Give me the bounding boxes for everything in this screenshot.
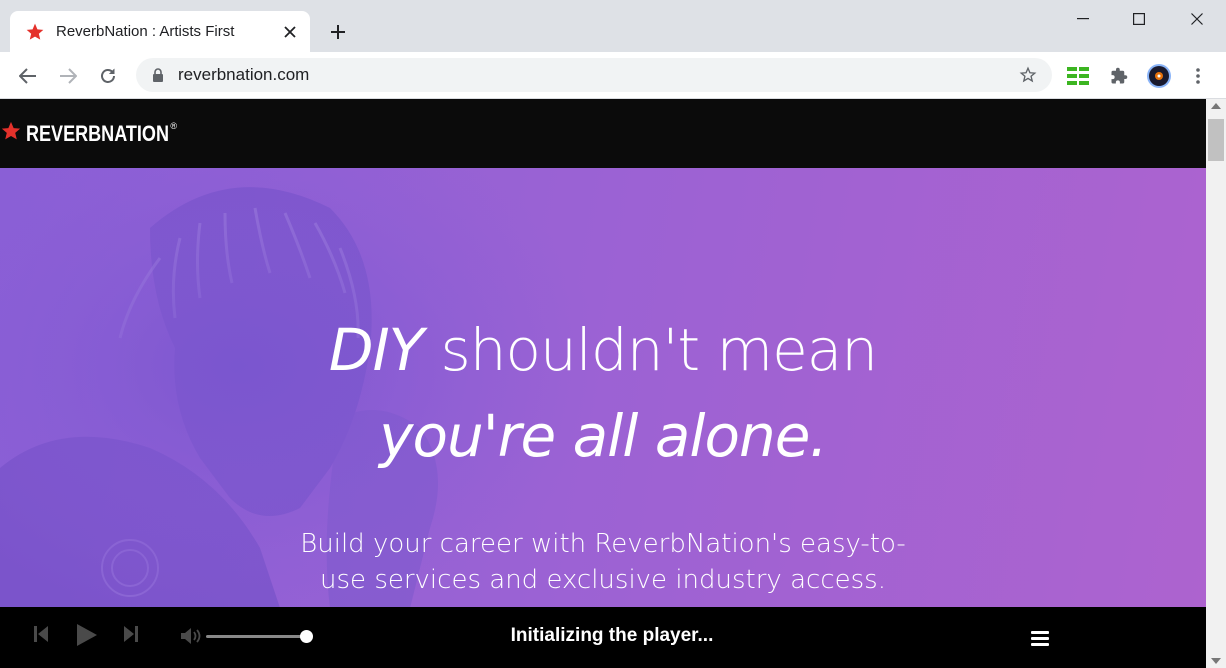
- logo-text: REVERBNATION: [26, 120, 170, 146]
- hero-headline-line2: you're all alone.: [379, 402, 828, 470]
- hero-subtitle-line1: Build your career with ReverbNation's ea…: [300, 529, 906, 559]
- grid-extension-icon[interactable]: [1064, 62, 1092, 90]
- minimize-icon[interactable]: [1071, 8, 1095, 30]
- url-text: reverbnation.com: [178, 65, 310, 84]
- bookmark-star-icon[interactable]: [1014, 61, 1042, 89]
- site-header: REVERBNATION ®: [0, 99, 1206, 168]
- music-player-bar: Initializing the player...: [0, 607, 1206, 668]
- puzzle-extensions-icon[interactable]: [1105, 62, 1133, 90]
- new-tab-button[interactable]: [326, 20, 350, 44]
- reverbnation-star-icon: [24, 21, 46, 43]
- hero-headline-rest: shouldn't mean: [423, 316, 879, 384]
- page-scrollbar[interactable]: [1206, 99, 1226, 668]
- scroll-down-arrow-icon[interactable]: [1211, 658, 1221, 664]
- logo-registered-mark: ®: [170, 120, 178, 131]
- scrollbar-thumb[interactable]: [1208, 119, 1224, 161]
- hero-banner: DIY shouldn't mean you're all alone. Bui…: [0, 168, 1206, 608]
- hamburger-menu-icon[interactable]: [1031, 631, 1049, 647]
- browser-toolbar: reverbnation.com: [0, 52, 1226, 99]
- page-viewport: REVERBNATION ® DIY shouldn't mean you're…: [0, 99, 1206, 668]
- hero-headline-line1: DIY shouldn't mean: [0, 316, 1206, 384]
- close-tab-icon[interactable]: [278, 20, 302, 44]
- forward-arrow-icon[interactable]: [54, 62, 82, 90]
- browser-tab[interactable]: ReverbNation : Artists First: [10, 11, 310, 52]
- tab-strip: ReverbNation : Artists First: [0, 0, 1226, 52]
- hero-subtitle-line2: use services and exclusive industry acce…: [320, 565, 886, 595]
- browser-menu-icon[interactable]: [1184, 62, 1212, 90]
- reverbnation-logo[interactable]: REVERBNATION ®: [0, 120, 177, 147]
- scroll-up-arrow-icon[interactable]: [1211, 103, 1221, 109]
- tab-title: ReverbNation : Artists First: [56, 23, 235, 40]
- close-window-icon[interactable]: [1185, 8, 1209, 30]
- hero-headline-em: DIY: [328, 316, 424, 384]
- player-status-text: Initializing the player...: [510, 625, 714, 646]
- lock-icon[interactable]: [150, 67, 166, 83]
- maximize-icon[interactable]: [1127, 8, 1151, 30]
- reload-icon[interactable]: [94, 62, 122, 90]
- back-arrow-icon[interactable]: [14, 62, 42, 90]
- profile-avatar-icon[interactable]: [1145, 62, 1173, 90]
- player-status: Initializing the player...: [0, 625, 1206, 647]
- address-bar[interactable]: reverbnation.com: [136, 58, 1052, 92]
- logo-star-icon: [0, 120, 22, 147]
